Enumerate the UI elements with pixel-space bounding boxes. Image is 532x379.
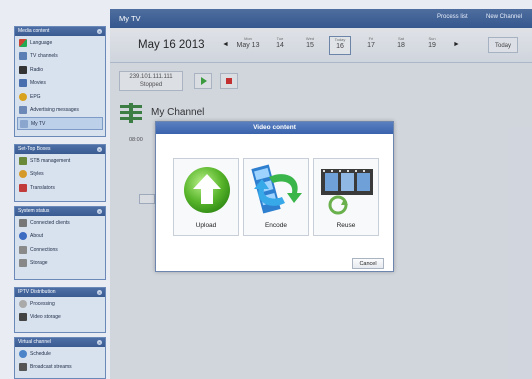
tab-process-list[interactable]: Process list	[437, 14, 468, 20]
dialog-title: Video content	[156, 122, 393, 134]
cancel-button[interactable]: Cancel	[352, 258, 384, 269]
collapse-icon[interactable]: ×	[97, 209, 102, 214]
panel-system-status: System status × Connected clients About C…	[14, 206, 106, 280]
upload-label: Upload	[195, 222, 217, 229]
encode-option[interactable]: Encode	[243, 158, 309, 236]
collapse-icon[interactable]: ×	[97, 147, 102, 152]
flag-icon	[19, 38, 27, 47]
clock-icon	[19, 92, 27, 101]
sidebar-item-about[interactable]: About	[15, 230, 105, 244]
tab-new-channel[interactable]: New Channel	[486, 14, 522, 20]
sidebar-item-movies[interactable]: Movies	[15, 77, 105, 91]
video-storage-icon	[19, 313, 27, 322]
reuse-option[interactable]: Reuse	[313, 158, 379, 236]
page-title: My TV	[119, 14, 141, 23]
sidebar-item-video-storage[interactable]: Video storage	[15, 311, 105, 325]
panel-set-top-boxes: Set-Top Boxes × STB management Styles Tra…	[14, 144, 106, 202]
my-tv-icon	[20, 119, 28, 128]
panel-title[interactable]: System status ×	[15, 207, 105, 216]
sidebar-item-stb-management[interactable]: STB management	[15, 154, 105, 168]
sidebar: Media content × Language TV channels Radi…	[14, 26, 106, 379]
panel-iptv-distribution: IPTV Distribution × Processing Video stor…	[14, 287, 106, 333]
film-icon	[19, 79, 27, 88]
sidebar-item-my-tv[interactable]: My TV	[17, 117, 103, 130]
collapse-icon[interactable]: ×	[97, 290, 102, 295]
broadcast-icon	[19, 363, 27, 372]
collapse-icon[interactable]: ×	[97, 340, 102, 345]
reuse-icon	[321, 169, 373, 215]
stb-icon	[19, 156, 27, 165]
sidebar-item-language[interactable]: Language	[15, 36, 105, 50]
collapse-icon[interactable]: ×	[97, 29, 102, 34]
processing-icon	[19, 299, 27, 308]
sidebar-item-connected-clients[interactable]: Connected clients	[15, 216, 105, 230]
upload-icon	[184, 167, 230, 213]
panel-media-content: Media content × Language TV channels Radi…	[14, 26, 106, 137]
encode-label: Encode	[264, 222, 288, 229]
panel-title[interactable]: Set-Top Boxes ×	[15, 145, 105, 154]
sidebar-item-storage[interactable]: Storage	[15, 257, 105, 271]
panel-virtual-channel: Virtual channel × Schedule Broadcast stre…	[14, 337, 106, 379]
sidebar-item-processing[interactable]: Processing	[15, 297, 105, 311]
tv-icon	[19, 52, 27, 61]
sidebar-item-styles[interactable]: Styles	[15, 168, 105, 182]
sidebar-item-radio[interactable]: Radio	[15, 63, 105, 77]
translate-icon	[19, 183, 27, 192]
clients-icon	[19, 218, 27, 227]
encode-icon	[251, 164, 302, 214]
radio-icon	[19, 65, 27, 74]
reuse-label: Reuse	[336, 222, 356, 229]
sidebar-item-advertising-messages[interactable]: Advertising messages	[15, 104, 105, 118]
sidebar-item-broadcast-streams[interactable]: Broadcast streams	[15, 361, 105, 375]
top-bar: My TV Process list New Channel	[110, 9, 532, 28]
panel-title[interactable]: Virtual channel ×	[15, 338, 105, 347]
megaphone-icon	[19, 106, 27, 115]
connections-icon	[19, 245, 27, 254]
info-icon	[19, 232, 27, 241]
sidebar-item-translators[interactable]: Translators	[15, 181, 105, 195]
storage-icon	[19, 259, 27, 268]
panel-title[interactable]: IPTV Distribution ×	[15, 288, 105, 297]
palette-icon	[19, 170, 27, 179]
sidebar-item-tv-channels[interactable]: TV channels	[15, 50, 105, 64]
sidebar-item-connections[interactable]: Connections	[15, 243, 105, 257]
schedule-icon	[19, 349, 27, 358]
panel-title[interactable]: Media content ×	[15, 27, 105, 36]
sidebar-item-epg[interactable]: EPG	[15, 90, 105, 104]
sidebar-item-schedule[interactable]: Schedule	[15, 347, 105, 361]
video-content-dialog: Video content Upload Encode Reuse Cancel	[155, 121, 394, 272]
upload-option[interactable]: Upload	[173, 158, 239, 236]
